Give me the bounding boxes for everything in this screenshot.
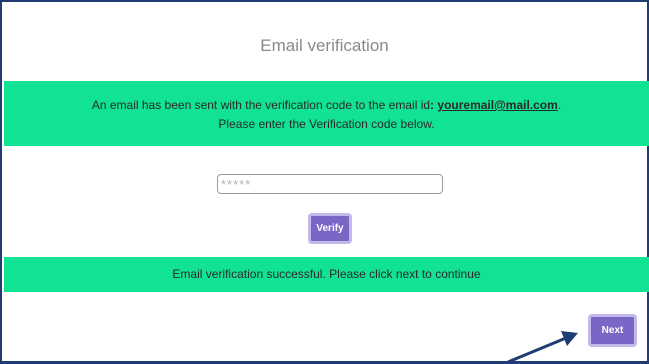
- page-title: Email verification: [260, 36, 389, 55]
- success-banner: Email verification successful. Please cl…: [4, 257, 649, 292]
- info-banner-line2: Please enter the Verification code below…: [218, 117, 435, 131]
- email-link[interactable]: youremail@mail.com: [437, 98, 557, 112]
- verification-code-input[interactable]: [217, 174, 443, 194]
- info-banner-text: An email has been sent with the verifica…: [91, 98, 431, 112]
- next-button[interactable]: Next: [588, 314, 637, 347]
- info-banner-colon: :: [430, 98, 435, 112]
- verify-button[interactable]: Verify: [308, 213, 352, 244]
- info-banner-period: .: [557, 98, 562, 112]
- info-banner-line1: An email has been sent with the verifica…: [4, 98, 649, 112]
- info-banner: An email has been sent with the verifica…: [4, 81, 649, 146]
- verification-panel: Email verification An email has been sen…: [0, 0, 649, 364]
